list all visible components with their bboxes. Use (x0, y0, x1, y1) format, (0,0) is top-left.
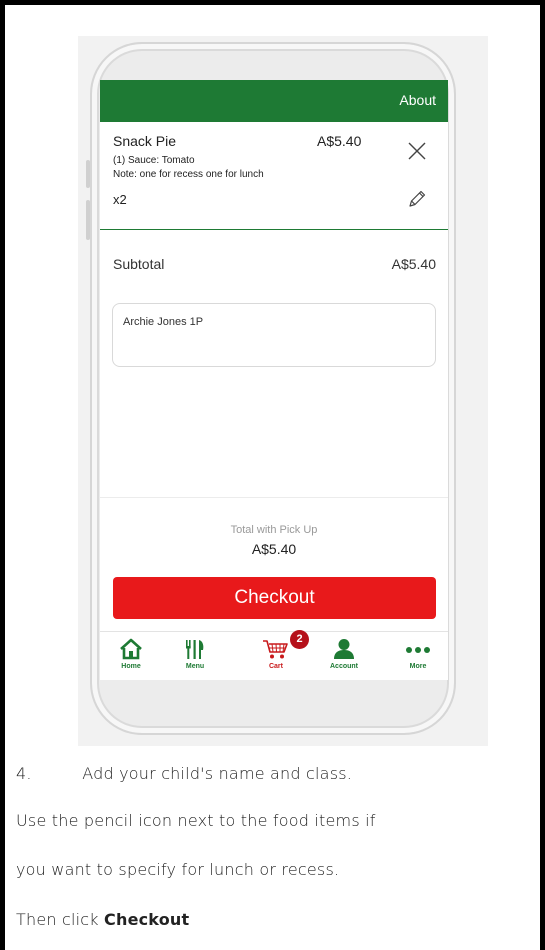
subtotal-value: A$5.40 (391, 256, 436, 272)
subtotal-label: Subtotal (113, 256, 165, 272)
bottom-nav-divider (100, 631, 448, 632)
cart-item-name: Snack Pie (113, 133, 177, 149)
phone-volume-button (86, 200, 90, 240)
cart-count-badge: 2 (290, 630, 309, 649)
instruction-line: Then click Checkout (16, 910, 189, 929)
instruction-checkout-word: Checkout (104, 910, 190, 929)
cart-icon (263, 640, 288, 659)
nav-label: Home (121, 663, 141, 670)
total-value: A$5.40 (251, 541, 297, 557)
home-icon (120, 638, 142, 660)
phone-volume-button (86, 160, 90, 188)
cart-item-note: Note: one for recess one for lunch (113, 169, 264, 180)
app-screen: About Snack Pie A$5.40 (1) Sauce: Tomato… (100, 80, 448, 680)
instruction-line: Use the pencil icon next to the food ite… (16, 811, 376, 830)
nav-label: Account (330, 663, 358, 670)
nav-item-menu[interactable]: Menu (165, 634, 225, 680)
more-dots-icon (406, 647, 430, 653)
nav-label: More (409, 663, 427, 670)
close-icon[interactable] (406, 140, 428, 162)
instruction-step: 4. Add your child's name and class. (16, 764, 352, 783)
about-link[interactable]: About (399, 92, 436, 108)
pencil-icon[interactable] (406, 188, 428, 210)
instruction-prefix: Then click (16, 910, 105, 929)
step-text: Add your child's name and class. (82, 764, 353, 783)
cart-item-quantity: x2 (113, 192, 127, 207)
order-note-field[interactable]: Archie Jones 1P (112, 303, 436, 367)
nav-label: Menu (185, 663, 205, 670)
section-divider (100, 229, 448, 230)
nav-item-home[interactable]: Home (101, 634, 161, 680)
nav-item-account[interactable]: Account (314, 634, 374, 680)
app-header: About (100, 80, 448, 122)
checkout-button[interactable]: Checkout (113, 577, 436, 619)
instruction-line: you want to specify for lunch or recess. (16, 860, 340, 879)
person-icon (334, 639, 354, 659)
footer-divider (100, 497, 448, 498)
nav-item-more[interactable]: More (388, 634, 448, 680)
total-label: Total with Pick Up (230, 524, 318, 536)
cart-item-price: A$5.40 (317, 133, 362, 149)
step-number: 4. (16, 764, 32, 783)
nav-label: Cart (268, 663, 283, 670)
utensils-icon (186, 640, 204, 659)
cart-item-option: (1) Sauce: Tomato (113, 155, 195, 166)
